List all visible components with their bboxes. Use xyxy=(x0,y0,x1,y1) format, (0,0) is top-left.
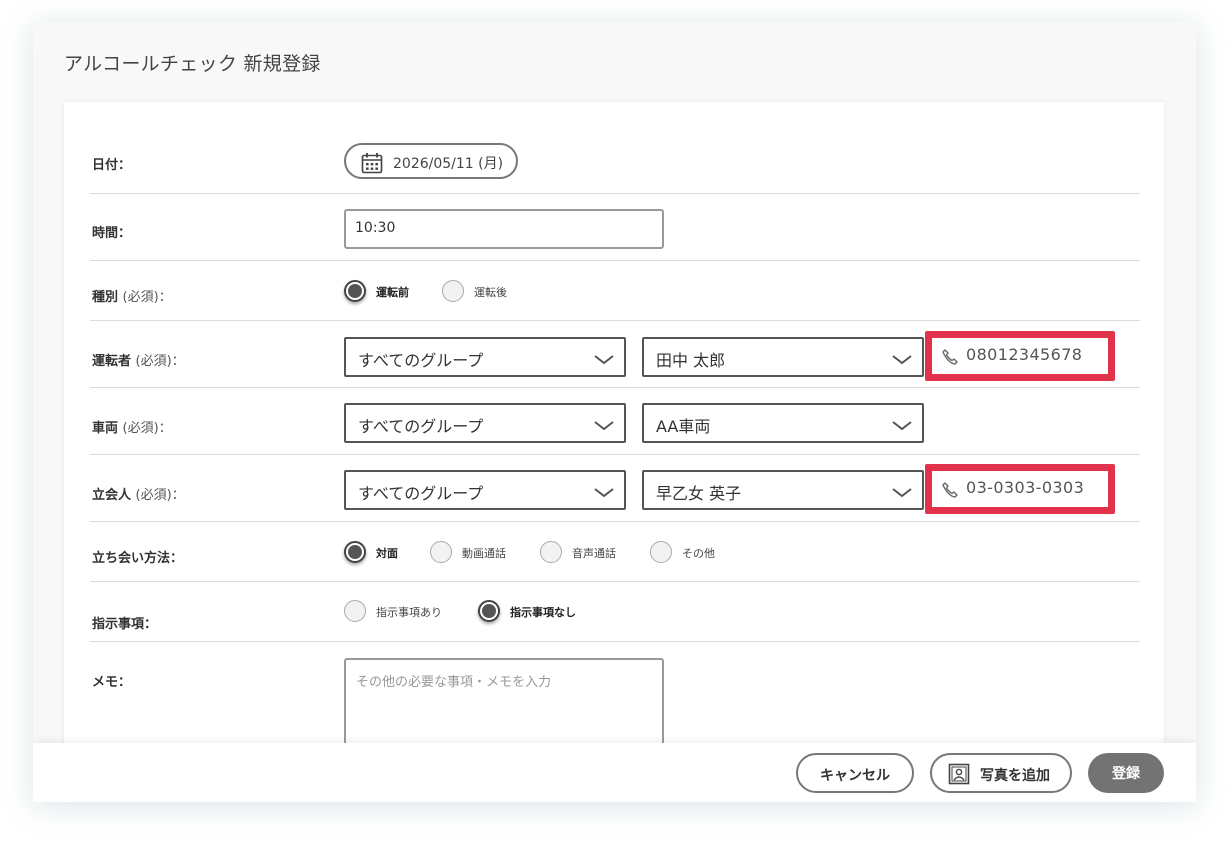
vehicle-row: 車両 (必須)： すべてのグループ AA車両 xyxy=(90,387,1140,455)
witness-group-select[interactable]: すべてのグループ xyxy=(344,470,626,510)
radio-method-video-call[interactable] xyxy=(430,541,452,563)
radio-before-driving-label: 運転前 xyxy=(376,286,409,299)
time-row: 時間： 10:30 xyxy=(90,193,1140,261)
radio-instructions-yes-label: 指示事項あり xyxy=(376,606,442,619)
dialog-title: アルコールチェック 新規登録 xyxy=(64,53,321,75)
witness-phone-number: 03-0303-0303 xyxy=(966,478,1085,497)
witness-person-select[interactable]: 早乙女 英子 xyxy=(642,470,924,510)
memo-placeholder: その他の必要な事項・メモを入力 xyxy=(356,675,552,690)
vehicle-value: AA車両 xyxy=(656,417,711,436)
method-row: 立ち会い方法： 対面 動画通話 音声通話 その他 xyxy=(90,521,1140,582)
witness-person-value: 早乙女 英子 xyxy=(656,484,742,503)
vehicle-label: 車両 (必須)： xyxy=(92,421,172,436)
dialog-footer: キャンセル 写真を追加 登録 xyxy=(33,743,1196,802)
chevron-down-icon xyxy=(891,417,913,436)
radio-after-driving[interactable] xyxy=(442,280,464,302)
witness-group-value: すべてのグループ xyxy=(358,484,484,503)
radio-method-in-person[interactable] xyxy=(344,541,366,563)
driver-person-value: 田中 太郎 xyxy=(656,351,726,370)
vehicle-select[interactable]: AA車両 xyxy=(642,403,924,443)
radio-after-driving-label: 運転後 xyxy=(474,286,507,299)
cancel-button[interactable]: キャンセル xyxy=(796,753,914,793)
method-label: 立ち会い方法： xyxy=(92,551,184,566)
radio-method-in-person-label: 対面 xyxy=(376,547,398,560)
calendar-icon xyxy=(361,152,383,178)
chevron-down-icon xyxy=(891,484,913,503)
radio-method-voice-call[interactable] xyxy=(540,541,562,563)
radio-method-voice-call-label: 音声通話 xyxy=(572,547,616,560)
radio-before-driving[interactable] xyxy=(344,280,366,302)
radio-method-other[interactable] xyxy=(650,541,672,563)
radio-instructions-no[interactable] xyxy=(478,600,500,622)
witness-label: 立会人 (必須)： xyxy=(92,488,185,503)
chevron-down-icon xyxy=(891,351,913,370)
radio-method-video-call-label: 動画通話 xyxy=(462,547,506,560)
driver-phone-number: 08012345678 xyxy=(966,345,1083,364)
add-photo-button[interactable]: 写真を追加 xyxy=(930,753,1072,793)
phone-icon xyxy=(941,481,959,503)
date-label: 日付： xyxy=(92,158,132,173)
new-alcohol-check-dialog: アルコールチェック 新規登録 日付： 2026/05/11 (月) 時間： 10… xyxy=(33,22,1196,802)
type-label: 種別 (必須)： xyxy=(92,290,172,305)
phone-icon xyxy=(941,348,959,370)
driver-row: 運転者 (必須)： すべてのグループ 田中 太郎 08012345678 xyxy=(90,320,1140,388)
type-row: 種別 (必須)： 運転前 運転後 xyxy=(90,260,1140,321)
time-label: 時間： xyxy=(92,226,132,241)
instructions-row: 指示事項： 指示事項あり 指示事項なし xyxy=(90,581,1140,642)
chevron-down-icon xyxy=(593,484,615,503)
date-picker-button[interactable]: 2026/05/11 (月) xyxy=(344,143,518,179)
form-card: 日付： 2026/05/11 (月) 時間： 10:30 種別 (必須)： 運転… xyxy=(64,102,1164,802)
photo-icon xyxy=(948,763,970,789)
driver-group-select[interactable]: すべてのグループ xyxy=(344,337,626,377)
driver-phone-highlight: 08012345678 xyxy=(925,331,1115,381)
date-row: 日付： 2026/05/11 (月) xyxy=(90,102,1140,194)
witness-row: 立会人 (必須)： すべてのグループ 早乙女 英子 03-0303-0303 xyxy=(90,454,1140,522)
time-input[interactable]: 10:30 xyxy=(344,209,664,249)
submit-button[interactable]: 登録 xyxy=(1088,753,1164,793)
witness-phone-highlight: 03-0303-0303 xyxy=(925,464,1115,514)
driver-label: 運転者 (必須)： xyxy=(92,354,185,369)
date-value: 2026/05/11 (月) xyxy=(393,156,504,172)
time-value: 10:30 xyxy=(355,220,396,236)
radio-method-other-label: その他 xyxy=(682,547,715,560)
driver-person-select[interactable]: 田中 太郎 xyxy=(642,337,924,377)
chevron-down-icon xyxy=(593,351,615,370)
vehicle-group-value: すべてのグループ xyxy=(358,417,484,436)
radio-instructions-yes[interactable] xyxy=(344,600,366,622)
driver-group-value: すべてのグループ xyxy=(358,351,484,370)
vehicle-group-select[interactable]: すべてのグループ xyxy=(344,403,626,443)
radio-instructions-no-label: 指示事項なし xyxy=(510,606,576,619)
chevron-down-icon xyxy=(593,417,615,436)
memo-label: メモ： xyxy=(92,675,132,690)
instructions-label: 指示事項： xyxy=(92,617,158,632)
